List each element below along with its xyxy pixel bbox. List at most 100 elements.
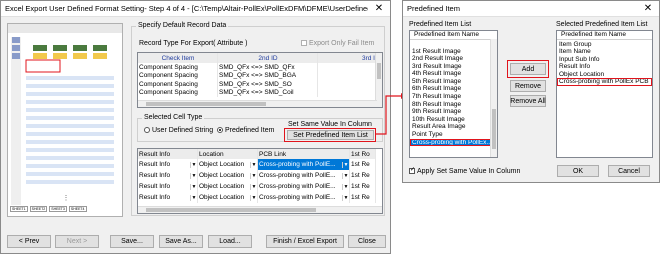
apply-same-value-checkbox[interactable]: ✓ Apply Set Same Value In Column	[409, 167, 520, 175]
ok-button[interactable]: OK	[557, 165, 599, 177]
combo-cell[interactable]: Result Info ▼	[138, 192, 198, 203]
table-row[interactable]: Component Spacing SMD_QFx <=> SMD_SO	[138, 80, 382, 89]
combo-value: Cross-probing with PollE...	[259, 183, 336, 190]
next-button[interactable]: Next >	[55, 235, 99, 248]
table-row[interactable]: Result Info ▼ Object Location ▼ Cross-prob…	[138, 170, 382, 181]
list-item[interactable]: Input Sub Info	[557, 56, 652, 64]
cell-type-label: Selected Cell Type	[142, 114, 205, 121]
list-item[interactable]: Item Group	[557, 41, 652, 49]
combo-cell[interactable]: 1st Re	[350, 170, 376, 181]
list-item[interactable]: 1st Result Image	[410, 48, 497, 56]
chevron-down-icon[interactable]: ▼	[190, 161, 197, 168]
chevron-down-icon[interactable]: ▼	[250, 161, 257, 168]
table-row[interactable]: Result Info ▼ Object Location ▼ Cross-prob…	[138, 181, 382, 192]
list-item-highlighted[interactable]: Cross-probing with PollEx PCB	[557, 78, 652, 87]
list-item[interactable]: 4th Result Image	[410, 70, 497, 78]
result-grid[interactable]: Result Info Location PCB Link 1st Ro Res…	[137, 148, 383, 214]
table-row[interactable]: Component Spacing SMD_QFx <=> SMD_BGA	[138, 71, 382, 80]
combo-cell[interactable]: Cross-probing with PollE... ▼	[258, 170, 350, 181]
table-row[interactable]: Component Spacing SMD_QFx <=> SMD_Coil	[138, 88, 382, 97]
table-row[interactable]: Result Info ▼ Object Location ▼ Cross-prob…	[138, 192, 382, 203]
column-header[interactable]: Check Item	[138, 53, 218, 63]
list-item[interactable]: 3rd Result Image	[410, 63, 497, 71]
chevron-down-icon[interactable]: ▼	[342, 194, 349, 201]
chevron-down-icon[interactable]: ▼	[342, 183, 349, 190]
chevron-down-icon[interactable]: ▼	[190, 172, 197, 179]
table-row[interactable]: Component Spacing SMD_QFx <=> SMD_QFx	[138, 63, 382, 72]
radio-user-defined[interactable]: User Defined String	[144, 127, 213, 134]
export-only-fail-checkbox[interactable]: Export Only Fail Item	[301, 40, 374, 47]
column-header[interactable]: 2nd ID	[218, 53, 318, 63]
close-button[interactable]: Close	[348, 235, 386, 248]
chevron-down-icon[interactable]: ▼	[190, 194, 197, 201]
close-icon[interactable]: ✕	[637, 3, 659, 14]
list-item[interactable]: 5th Result Image	[410, 78, 497, 86]
list-item[interactable]: 2nd Result Image	[410, 55, 497, 63]
chevron-down-icon[interactable]: ▼	[342, 172, 349, 179]
selected-item-list[interactable]: Predefined Item Name Item Group Item Nam…	[556, 30, 653, 158]
remove-button[interactable]: Remove	[510, 80, 546, 92]
list-item[interactable]: Result Info	[557, 63, 652, 71]
item-list-vscroll[interactable]	[490, 39, 497, 157]
scroll-thumb[interactable]	[492, 109, 496, 149]
column-header[interactable]: PCB Link	[258, 149, 350, 159]
list-item[interactable]: 6th Result Image	[410, 85, 497, 93]
chevron-down-icon[interactable]: ▼	[250, 172, 257, 179]
combo-cell[interactable]: Object Location ▼	[198, 159, 258, 170]
combo-cell[interactable]: Object Location ▼	[198, 192, 258, 203]
prev-button[interactable]: < Prev	[7, 235, 51, 248]
combo-cell[interactable]: Cross-probing with PollE... ▼	[258, 181, 350, 192]
column-header[interactable]: 1st Ro	[350, 149, 376, 159]
save-button[interactable]: Save...	[110, 235, 154, 248]
chevron-down-icon[interactable]: ▼	[342, 161, 349, 168]
list-item[interactable]: 8th Result Image	[410, 101, 497, 109]
column-header[interactable]: Location	[198, 149, 258, 159]
export-format-dialog: Excel Export User Defined Format Setting…	[0, 0, 391, 254]
export-only-fail-label: Export Only Fail Item	[309, 40, 375, 47]
chevron-down-icon[interactable]: ▼	[190, 183, 197, 190]
chevron-down-icon[interactable]: ▼	[250, 183, 257, 190]
column-header[interactable]: 3rd I	[318, 53, 376, 63]
list-item[interactable]: 9th Result Image	[410, 108, 497, 116]
combo-cell[interactable]: Cross-probing with PollE... ▼	[258, 192, 350, 203]
list-item[interactable]: Result Area Image	[410, 123, 497, 131]
combo-cell[interactable]: Result Info ▼	[138, 170, 198, 181]
remove-all-button[interactable]: Remove All	[510, 95, 546, 107]
combo-cell[interactable]: 1st Re	[350, 159, 376, 170]
cancel-button[interactable]: Cancel	[608, 165, 650, 177]
record-grid[interactable]: Check Item 2nd ID 3rd I Component Spacin…	[137, 52, 383, 108]
result-grid-hscroll[interactable]	[138, 206, 382, 213]
combo-cell[interactable]: Result Info ▼	[138, 181, 198, 192]
finish-excel-export-button[interactable]: Finish / Excel Export	[266, 235, 344, 248]
scroll-thumb[interactable]	[377, 63, 381, 79]
combo-cell[interactable]: 1st Re	[350, 192, 376, 203]
column-header[interactable]: Result Info	[138, 149, 198, 159]
combo-cell[interactable]: Object Location ▼	[198, 170, 258, 181]
list-item[interactable]: Point Type	[410, 131, 497, 139]
list-item[interactable]: 7th Result Image	[410, 93, 497, 101]
load-button[interactable]: Load...	[208, 235, 252, 248]
combo-cell[interactable]: Result Info ▼	[138, 159, 198, 170]
combo-value: Result Info	[139, 161, 171, 168]
predefined-item-list[interactable]: Predefined Item Name 1st Result Image 2n…	[409, 30, 498, 158]
combo-cell[interactable]: 1st Re	[350, 181, 376, 192]
list-item[interactable]: 10th Result Image	[410, 116, 497, 124]
combo-cell[interactable]: Object Location ▼	[198, 181, 258, 192]
list-item[interactable]: Object Location	[557, 71, 652, 79]
combo-cell[interactable]: Cross-probing with PollE... ▼	[258, 159, 350, 170]
radio-predefined[interactable]: Predefined Item	[217, 127, 274, 134]
table-row[interactable]: Result Info ▼ Object Location ▼ Cross-prob…	[138, 159, 382, 170]
chevron-down-icon[interactable]: ▼	[250, 194, 257, 201]
scroll-thumb[interactable]	[146, 208, 316, 212]
save-as-button[interactable]: Save As...	[159, 235, 203, 248]
list-item[interactable]: Item Name	[557, 48, 652, 56]
list-item-selected[interactable]: Cross-probing with PollEx...	[410, 138, 497, 147]
record-grid-hscroll[interactable]	[138, 100, 377, 107]
predefined-dialog-title: Predefined Item	[407, 4, 460, 13]
scroll-thumb[interactable]	[146, 102, 266, 106]
set-same-value-label: Set Same Value In Column	[288, 121, 372, 128]
close-icon[interactable]: ✕	[368, 3, 390, 14]
table-cell: Component Spacing	[138, 63, 218, 72]
export-dialog-titlebar: Excel Export User Defined Format Setting…	[1, 1, 390, 17]
record-grid-vscroll[interactable]	[375, 53, 382, 107]
